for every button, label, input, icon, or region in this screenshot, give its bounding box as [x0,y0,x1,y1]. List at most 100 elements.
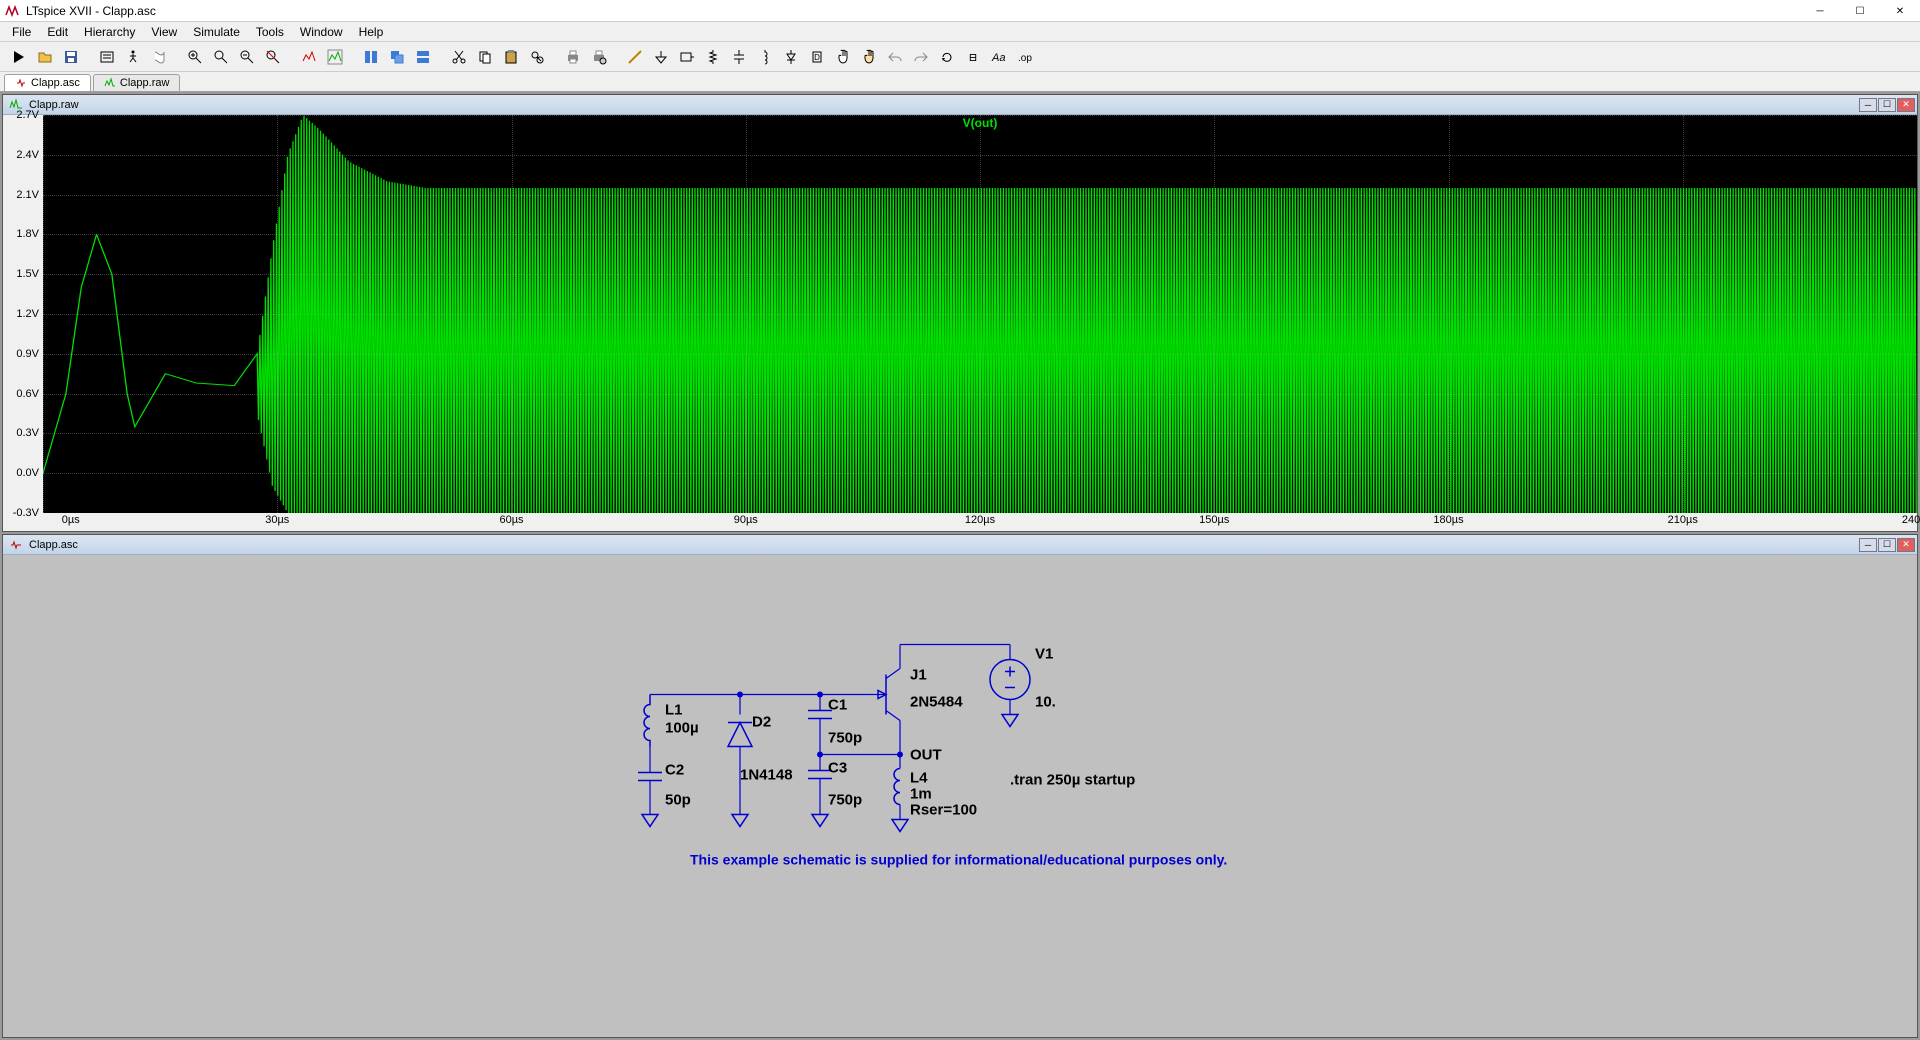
window-title: LTspice XVII - Clapp.asc [26,4,156,18]
svg-text:C3: C3 [828,760,847,777]
save-button[interactable] [60,46,82,68]
zoom-in-button[interactable] [184,46,206,68]
menu-view[interactable]: View [143,23,185,41]
svg-text:This example schematic is supp: This example schematic is supplied for i… [690,852,1227,868]
app-icon [4,3,20,19]
minimize-button[interactable]: ─ [1800,0,1840,22]
schematic-pane: Clapp.asc ─ ☐ ✕ L1 100µ C2 [2,534,1918,1038]
svg-text:C2: C2 [665,762,684,779]
pane-close-button[interactable]: ✕ [1897,538,1915,552]
svg-text:750p: 750p [828,792,862,809]
text-button[interactable]: Aa [988,46,1010,68]
tab-clapp-raw[interactable]: Clapp.raw [93,74,181,91]
pane-maximize-button[interactable]: ☐ [1878,98,1896,112]
halt-button[interactable] [148,46,170,68]
draw-wire-button[interactable] [624,46,646,68]
schematic-titlebar[interactable]: Clapp.asc ─ ☐ ✕ [3,535,1917,555]
close-button[interactable]: ✕ [1880,0,1920,22]
cut-button[interactable] [448,46,470,68]
move-button[interactable] [832,46,854,68]
svg-text:L1: L1 [665,702,683,719]
svg-text:.tran 250µ startup: .tran 250µ startup [1010,772,1135,789]
rotate-button[interactable] [936,46,958,68]
svg-text:V1: V1 [1035,646,1053,663]
pane-close-button[interactable]: ✕ [1897,98,1915,112]
close-all-button[interactable] [412,46,434,68]
label-net-button[interactable] [676,46,698,68]
svg-text:D2: D2 [752,714,771,731]
menu-window[interactable]: Window [292,23,351,41]
svg-text:750p: 750p [828,730,862,747]
capacitor-button[interactable] [728,46,750,68]
pane-minimize-button[interactable]: ─ [1859,538,1877,552]
svg-text:Rser=100: Rser=100 [910,802,977,819]
waveform-pane: Clapp.raw ─ ☐ ✕ 2.7V2.4V2.1V1.8V1.5V1.2V… [2,94,1918,532]
cascade-windows-button[interactable] [386,46,408,68]
autorange-button[interactable] [298,46,320,68]
spice-directive-button[interactable]: .op [1014,46,1036,68]
run-button[interactable] [8,46,30,68]
schematic-icon [9,538,23,552]
svg-text:OUT: OUT [910,747,942,764]
pan-button[interactable] [210,46,232,68]
pick-visible-traces-button[interactable] [324,46,346,68]
inductor-button[interactable] [754,46,776,68]
svg-text:100µ: 100µ [665,720,699,737]
pane-minimize-button[interactable]: ─ [1859,98,1877,112]
diode-button[interactable] [780,46,802,68]
print-button[interactable] [562,46,584,68]
drag-button[interactable] [858,46,880,68]
svg-text:D: D [814,53,820,62]
waveform-plot[interactable]: V(out) [43,115,1917,513]
document-tabs: Clapp.asc Clapp.raw [0,72,1920,92]
component-button[interactable]: D [806,46,828,68]
tab-label: Clapp.raw [120,77,170,89]
svg-text:.op: .op [1018,53,1032,64]
maximize-button[interactable]: ☐ [1840,0,1880,22]
zoom-fit-button[interactable] [262,46,284,68]
menu-edit[interactable]: Edit [39,23,76,41]
toolbar: D EE Aa .op [0,42,1920,72]
tile-windows-button[interactable] [360,46,382,68]
pane-maximize-button[interactable]: ☐ [1878,538,1896,552]
menu-tools[interactable]: Tools [248,23,292,41]
paste-button[interactable] [500,46,522,68]
svg-text:1N4148: 1N4148 [740,767,793,784]
svg-text:1m: 1m [910,786,932,803]
schematic-canvas[interactable]: L1 100µ C2 50p D2 1N4148 [3,555,1917,1037]
schematic-icon [15,77,27,89]
waveform-titlebar[interactable]: Clapp.raw ─ ☐ ✕ [3,95,1917,115]
menu-file[interactable]: File [4,23,39,41]
svg-text:C1: C1 [828,697,847,714]
svg-text:50p: 50p [665,792,691,809]
svg-text:10.: 10. [1035,694,1056,711]
title-bar: LTspice XVII - Clapp.asc ─ ☐ ✕ [0,0,1920,22]
svg-text:Aa: Aa [991,52,1005,64]
undo-button[interactable] [884,46,906,68]
menu-help[interactable]: Help [351,23,392,41]
svg-text:2N5484: 2N5484 [910,694,963,711]
find-button[interactable] [526,46,548,68]
resistor-button[interactable] [702,46,724,68]
tab-label: Clapp.asc [31,77,80,89]
pane-title-text: Clapp.asc [29,539,78,551]
tab-clapp-asc[interactable]: Clapp.asc [4,74,91,91]
menu-bar: File Edit Hierarchy View Simulate Tools … [0,22,1920,42]
ground-button[interactable] [650,46,672,68]
svg-text:L4: L4 [910,770,928,787]
svg-text:J1: J1 [910,667,927,684]
y-axis[interactable]: 2.7V2.4V2.1V1.8V1.5V1.2V0.9V0.6V0.3V0.0V… [3,115,43,513]
menu-hierarchy[interactable]: Hierarchy [76,23,143,41]
control-panel-button[interactable] [96,46,118,68]
mirror-button[interactable]: EE [962,46,984,68]
zoom-out-button[interactable] [236,46,258,68]
open-button[interactable] [34,46,56,68]
x-axis[interactable]: 0µs30µs60µs90µs120µs150µs180µs210µs240µs [43,513,1917,531]
redo-button[interactable] [910,46,932,68]
print-setup-button[interactable] [588,46,610,68]
run-man-icon[interactable] [122,46,144,68]
menu-simulate[interactable]: Simulate [185,23,248,41]
copy-button[interactable] [474,46,496,68]
svg-text:E: E [970,53,977,64]
wave-icon [104,77,116,89]
